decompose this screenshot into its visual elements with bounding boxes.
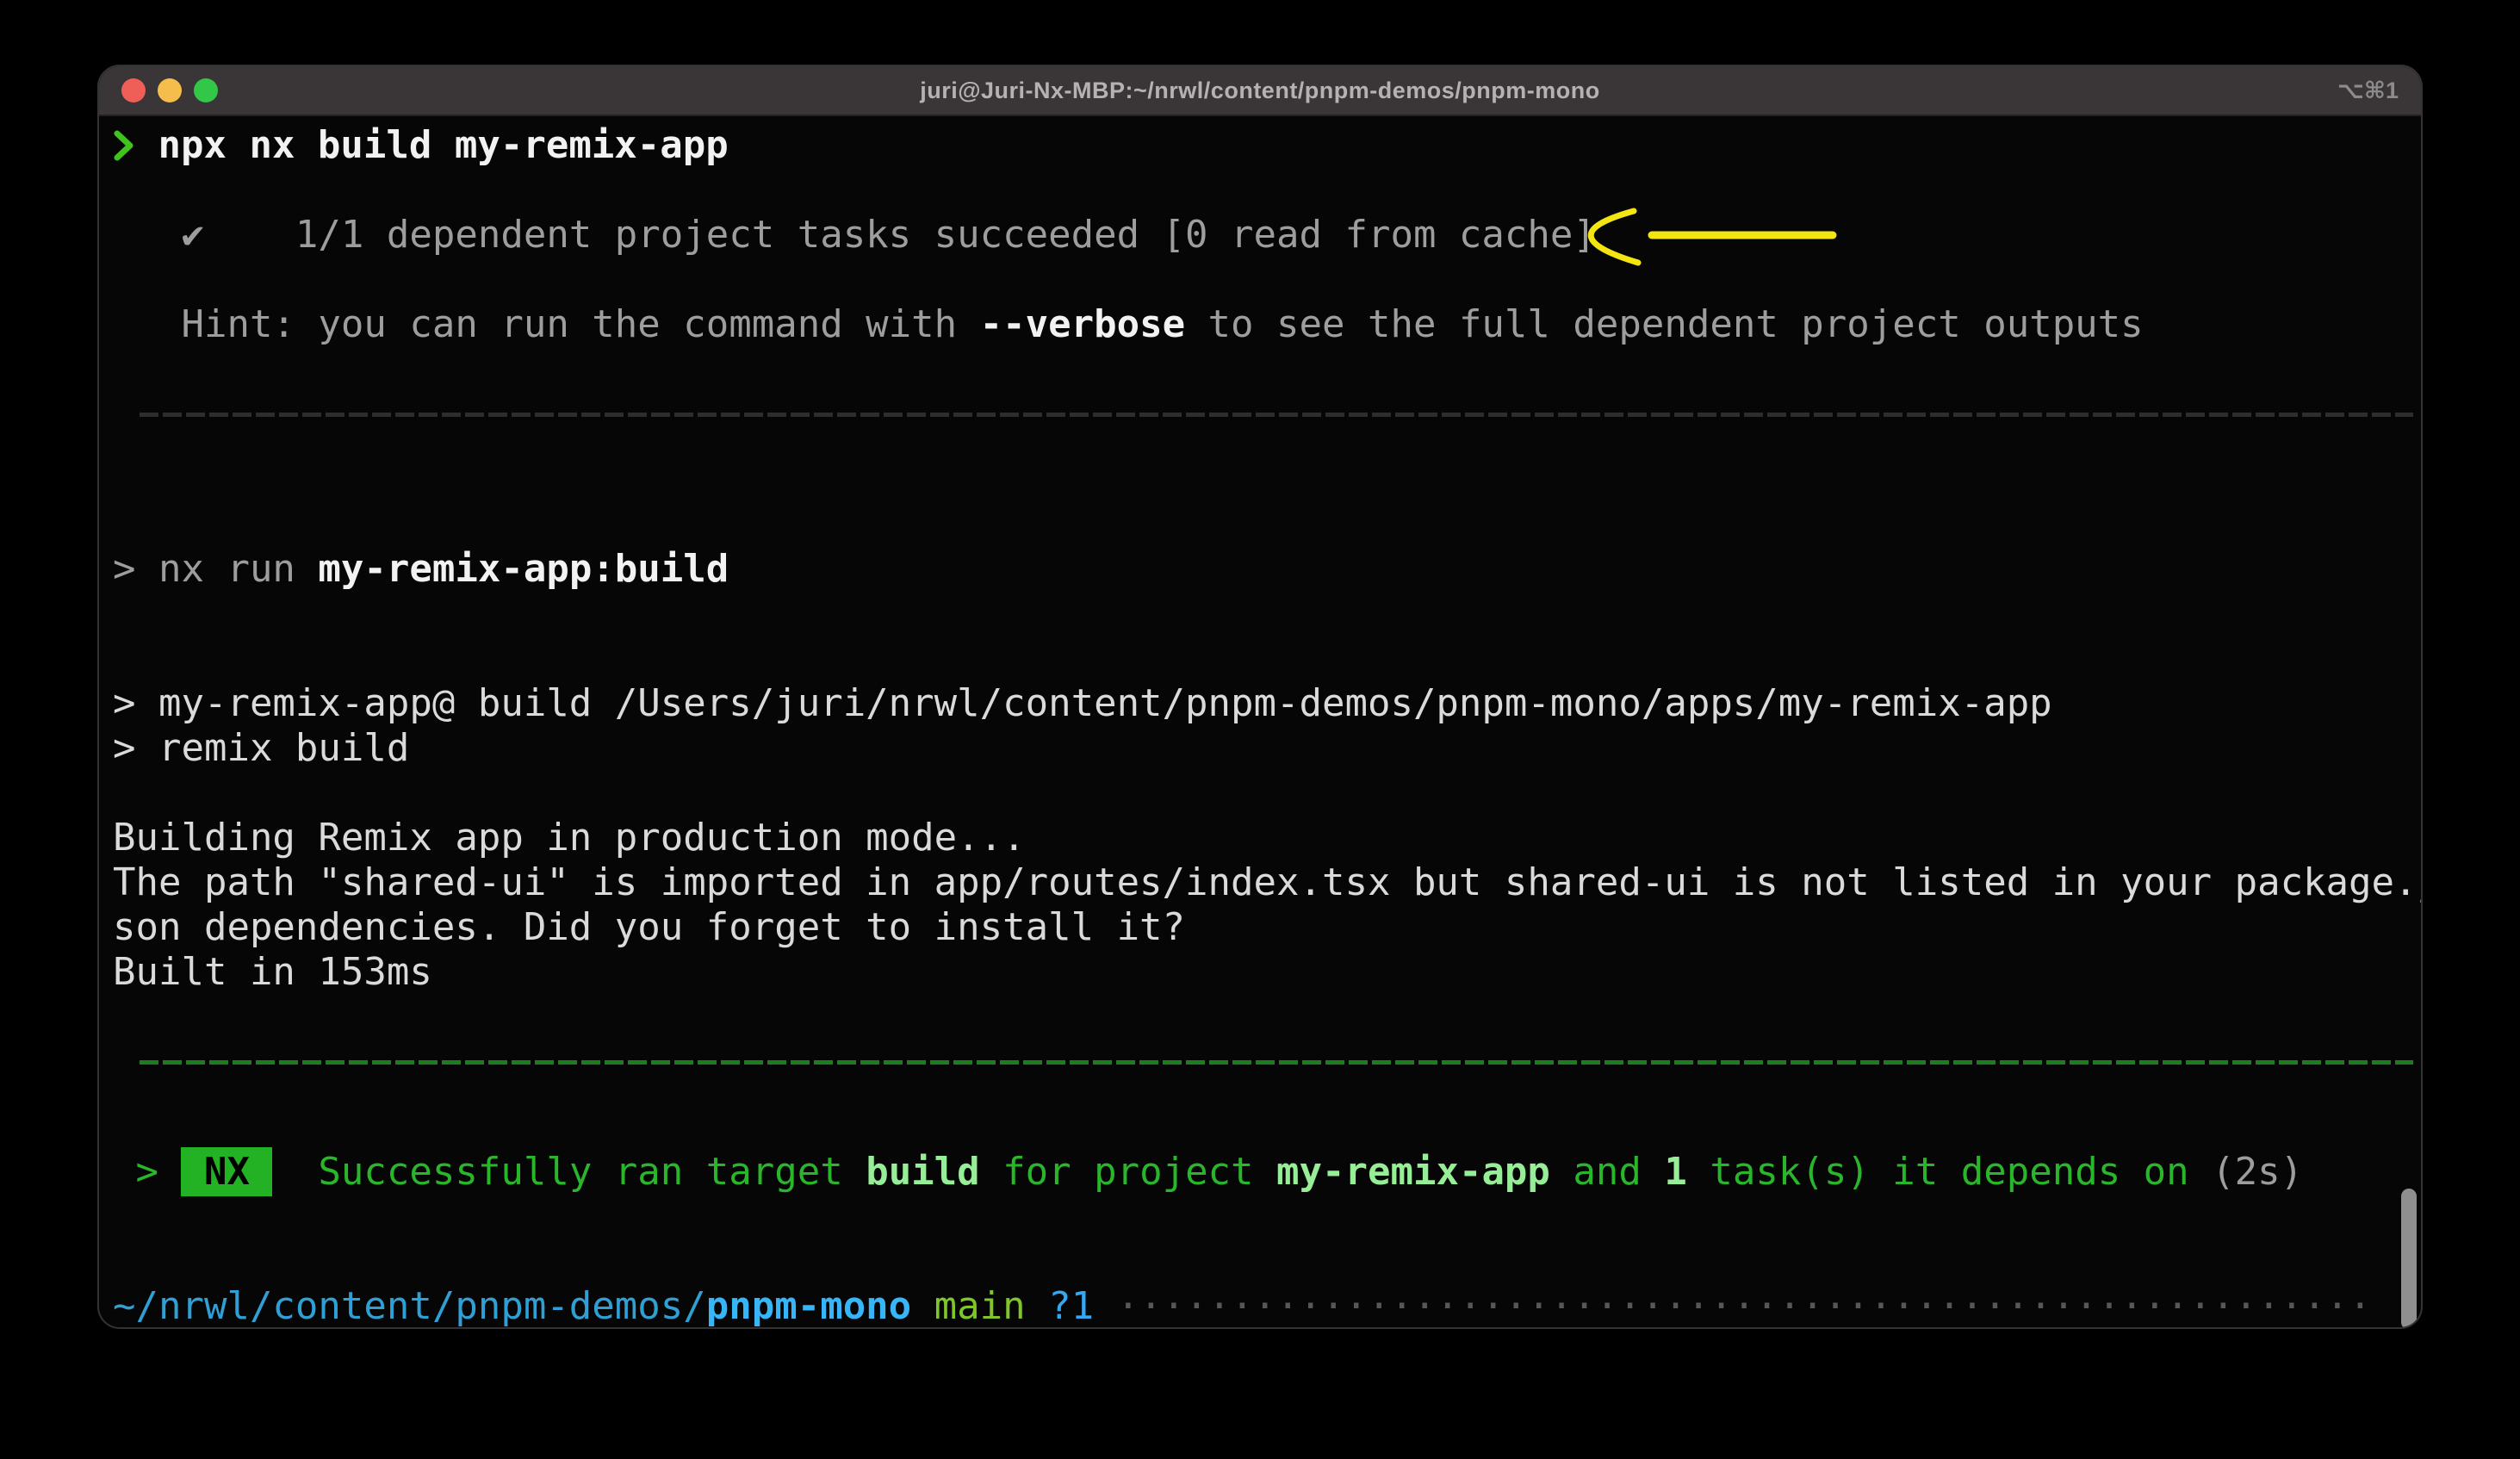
blank-line <box>113 457 2421 502</box>
success-duration: (2s) <box>2212 1150 2303 1194</box>
blank-line <box>113 636 2421 681</box>
blank-line <box>113 502 2421 547</box>
nx-badge: NX <box>181 1147 272 1196</box>
build-output-line: Built in 153ms <box>113 950 2421 995</box>
tab-shortcut-hint: ⌥⌘1 <box>2337 66 2399 115</box>
hint-line: Hint: you can run the command with --ver… <box>113 302 2421 347</box>
prompt-dir: pnpm-mono <box>706 1284 911 1328</box>
package-script-line: > my-remix-app@ build /Users/juri/nrwl/c… <box>113 681 2421 726</box>
blank-line <box>113 995 2421 1040</box>
nx-run-line: > nx run my-remix-app:build <box>113 547 2421 592</box>
blank-line <box>113 168 2421 213</box>
annotation-arrow-icon <box>1585 202 1843 280</box>
verbose-flag: --verbose <box>980 302 1185 346</box>
prompt-path-line: ~/nrwl/content/pnpm-demos/pnpm-mono main… <box>113 1284 2421 1329</box>
git-status: ?1 <box>1048 1284 1094 1328</box>
separator-line <box>113 413 2421 457</box>
build-output-line: Building Remix app in production mode... <box>113 816 2421 860</box>
success-project: my-remix-app <box>1276 1150 1550 1194</box>
git-branch: main <box>934 1284 1026 1328</box>
task-summary-line: ✔ 1/1 dependent project tasks succeeded … <box>113 213 2421 258</box>
build-output-line: son dependencies. Did you forget to inst… <box>113 905 2421 950</box>
prompt-chevron-icon <box>113 128 135 163</box>
run-target: my-remix-app:build <box>318 547 729 591</box>
prompt-fill-dots: ········································… <box>1094 1284 2371 1328</box>
scrollbar-thumb[interactable] <box>2401 1189 2417 1329</box>
blank-line <box>113 1195 2421 1239</box>
terminal-window: juri@Juri-Nx-MBP:~/nrwl/content/pnpm-dem… <box>97 65 2423 1329</box>
terminal-output[interactable]: npx nx build my-remix-app ✔ 1/1 dependen… <box>99 116 2421 1329</box>
desktop: juri@Juri-Nx-MBP:~/nrwl/content/pnpm-dem… <box>0 0 2520 1459</box>
blank-line <box>113 258 2421 302</box>
titlebar[interactable]: juri@Juri-Nx-MBP:~/nrwl/content/pnpm-dem… <box>99 66 2421 116</box>
blank-line <box>113 771 2421 816</box>
dashed-divider <box>140 413 2413 417</box>
success-target: build <box>866 1150 979 1194</box>
remix-command-line: > remix build <box>113 726 2421 771</box>
blank-line <box>113 1105 2421 1150</box>
success-task-count: 1 <box>1664 1150 1687 1194</box>
prompt-path: ~/nrwl/content/pnpm-demos/ <box>113 1284 706 1328</box>
separator-line-green <box>113 1060 2421 1105</box>
command-text: npx nx build my-remix-app <box>135 123 729 167</box>
success-line: > NX Successfully ran target build for p… <box>113 1150 2421 1195</box>
window-title: juri@Juri-Nx-MBP:~/nrwl/content/pnpm-dem… <box>99 66 2421 115</box>
dashed-divider-green <box>140 1060 2413 1065</box>
blank-line <box>113 347 2421 392</box>
build-output-line: The path "shared-ui" is imported in app/… <box>113 860 2421 905</box>
command-line: npx nx build my-remix-app <box>113 123 2421 168</box>
blank-line <box>113 1239 2421 1284</box>
blank-line <box>113 592 2421 636</box>
